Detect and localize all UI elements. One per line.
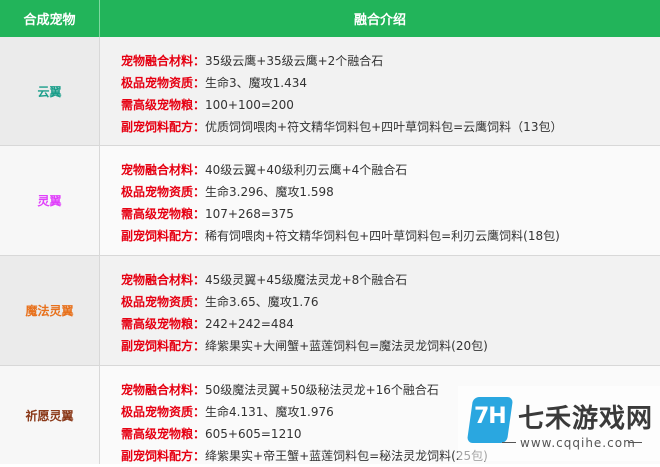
food-label: 需高级宠物粮： bbox=[121, 317, 206, 331]
material-label: 宠物融合材料： bbox=[121, 383, 206, 397]
material-label: 宠物融合材料： bbox=[121, 273, 206, 287]
info-line-recipe: 副宠饲料配方：稀有饲喂肉+符文精华饲料包+四叶草饲料包=利刃云鹰饲料(18包) bbox=[121, 225, 660, 247]
watermark-title: 七禾游戏网 bbox=[518, 404, 654, 434]
fusion-info: 宠物融合材料：40级云翼+40级利刃云鹰+4个融合石 极品宠物资质：生命3.296… bbox=[100, 146, 660, 255]
info-line-material: 宠物融合材料：40级云翼+40级利刃云鹰+4个融合石 bbox=[121, 159, 660, 181]
table-header: 合成宠物 融合介绍 bbox=[0, 0, 660, 37]
pet-name: 祈愿灵翼 bbox=[0, 366, 100, 464]
watermark-dash-left bbox=[502, 442, 516, 443]
table-row: 灵翼 宠物融合材料：40级云翼+40级利刃云鹰+4个融合石 极品宠物资质：生命3.2… bbox=[0, 146, 660, 256]
pet-name: 灵翼 bbox=[0, 146, 100, 255]
fusion-info: 宠物融合材料：45级灵翼+45级魔法灵龙+8个融合石 极品宠物资质：生命3.65、… bbox=[100, 256, 660, 365]
aptitude-value: 生命3、魔攻1.434 bbox=[205, 76, 308, 90]
info-line-recipe: 副宠饲料配方：绛紫果实+大闸蟹+蓝莲饲料包=魔法灵龙饲料(20包) bbox=[121, 335, 660, 357]
aptitude-value: 生命3.296、魔攻1.598 bbox=[205, 185, 334, 199]
table-row: 云翼 宠物融合材料：35级云鹰+35级云鹰+2个融合石 极品宠物资质：生命3、魔攻1… bbox=[0, 37, 660, 146]
food-value: 605+605=1210 bbox=[205, 427, 302, 441]
aptitude-label: 极品宠物资质： bbox=[121, 405, 206, 419]
aptitude-value: 生命3.65、魔攻1.76 bbox=[205, 295, 319, 309]
food-label: 需高级宠物粮： bbox=[121, 98, 206, 112]
aptitude-value: 生命4.131、魔攻1.976 bbox=[205, 405, 334, 419]
material-value: 35级云鹰+35级云鹰+2个融合石 bbox=[205, 54, 384, 68]
info-line-aptitude: 极品宠物资质：生命3.65、魔攻1.76 bbox=[121, 291, 660, 313]
watermark-logo-text: 7H bbox=[474, 404, 507, 429]
info-line-food: 需高级宠物粮：242+242=484 bbox=[121, 313, 660, 335]
recipe-value: 优质饲饲喂肉+符文精华饲料包+四叶草饲料包=云鹰饲料（13包） bbox=[205, 120, 563, 134]
fusion-info: 宠物融合材料：35级云鹰+35级云鹰+2个融合石 极品宠物资质：生命3、魔攻1.4… bbox=[100, 37, 660, 145]
aptitude-label: 极品宠物资质： bbox=[121, 295, 206, 309]
watermark-url: www.cqqihe.com bbox=[520, 436, 636, 450]
table-row: 魔法灵翼 宠物融合材料：45级灵翼+45级魔法灵龙+8个融合石 极品宠物资质：生命3… bbox=[0, 256, 660, 366]
food-label: 需高级宠物粮： bbox=[121, 427, 206, 441]
header-pet-column: 合成宠物 bbox=[0, 0, 100, 37]
food-value: 107+268=375 bbox=[205, 207, 294, 221]
pet-name: 云翼 bbox=[0, 37, 100, 145]
pet-name: 魔法灵翼 bbox=[0, 256, 100, 365]
info-line-aptitude: 极品宠物资质：生命3、魔攻1.434 bbox=[121, 72, 660, 94]
recipe-value: 绛紫果实+大闸蟹+蓝莲饲料包=魔法灵龙饲料(20包) bbox=[205, 339, 488, 353]
material-label: 宠物融合材料： bbox=[121, 163, 206, 177]
aptitude-label: 极品宠物资质： bbox=[121, 185, 206, 199]
recipe-label: 副宠饲料配方： bbox=[121, 120, 206, 134]
food-label: 需高级宠物粮： bbox=[121, 207, 206, 221]
info-line-material: 宠物融合材料：45级灵翼+45级魔法灵龙+8个融合石 bbox=[121, 269, 660, 291]
info-line-aptitude: 极品宠物资质：生命3.296、魔攻1.598 bbox=[121, 181, 660, 203]
material-value: 40级云翼+40级利刃云鹰+4个融合石 bbox=[205, 163, 408, 177]
info-line-recipe: 副宠饲料配方：优质饲饲喂肉+符文精华饲料包+四叶草饲料包=云鹰饲料（13包） bbox=[121, 116, 660, 138]
food-value: 100+100=200 bbox=[205, 98, 294, 112]
material-value: 50级魔法灵翼+50级秘法灵龙+16个融合石 bbox=[205, 383, 439, 397]
recipe-label: 副宠饲料配方： bbox=[121, 339, 206, 353]
info-line-food: 需高级宠物粮：100+100=200 bbox=[121, 94, 660, 116]
info-line-food: 需高级宠物粮：107+268=375 bbox=[121, 203, 660, 225]
recipe-label: 副宠饲料配方： bbox=[121, 229, 206, 243]
info-line-material: 宠物融合材料：35级云鹰+35级云鹰+2个融合石 bbox=[121, 50, 660, 72]
recipe-value: 稀有饲喂肉+符文精华饲料包+四叶草饲料包=利刃云鹰饲料(18包) bbox=[205, 229, 560, 243]
material-label: 宠物融合材料： bbox=[121, 54, 206, 68]
material-value: 45级灵翼+45级魔法灵龙+8个融合石 bbox=[205, 273, 408, 287]
header-intro-column: 融合介绍 bbox=[353, 13, 406, 28]
watermark-dash-right bbox=[628, 442, 642, 443]
aptitude-label: 极品宠物资质： bbox=[121, 76, 206, 90]
food-value: 242+242=484 bbox=[205, 317, 294, 331]
